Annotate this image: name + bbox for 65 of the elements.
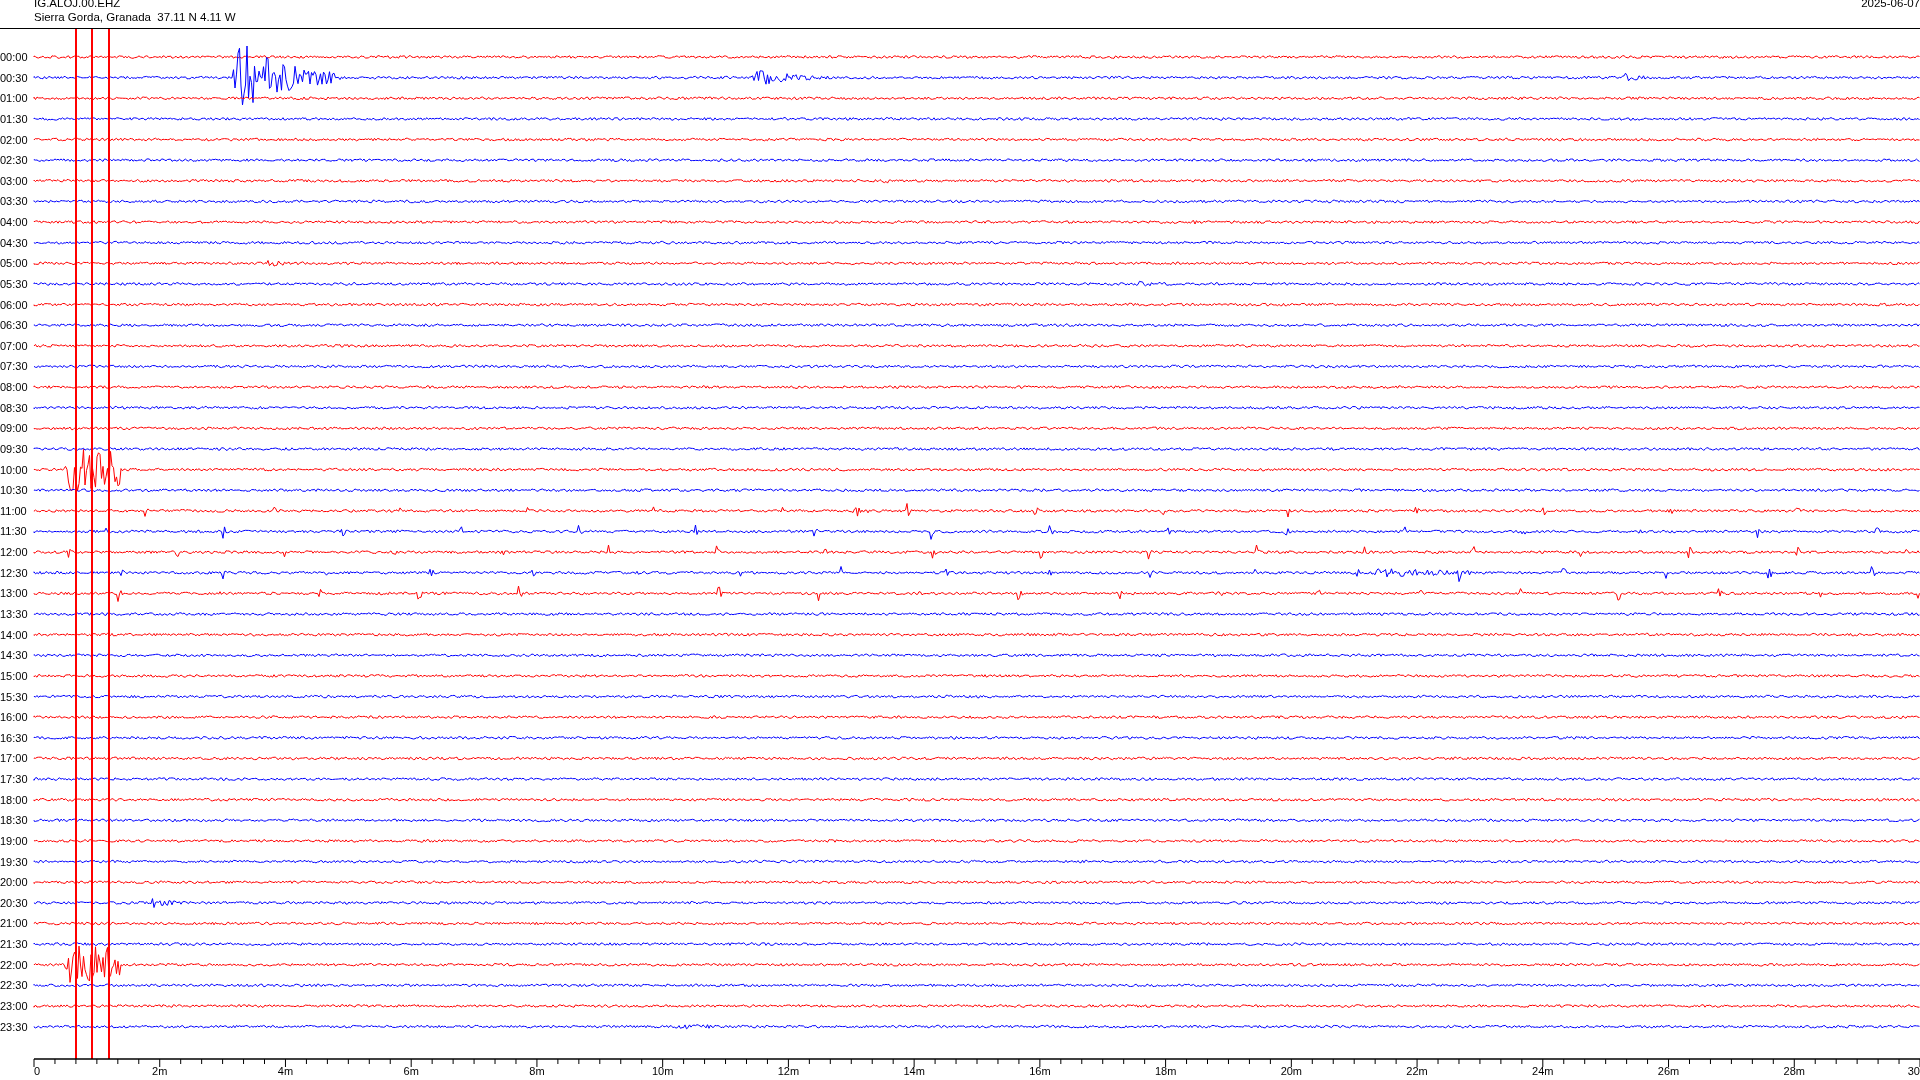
row-time-label: 04:30 bbox=[0, 236, 28, 249]
axis-tick-label: 24m bbox=[1532, 1065, 1554, 1077]
row-time-label: 14:30 bbox=[0, 649, 28, 662]
row-time-label: 13:30 bbox=[0, 608, 28, 620]
row-time-label: 02:30 bbox=[0, 154, 28, 167]
row-time-label: 21:00 bbox=[0, 917, 28, 930]
axis-tick-label: 14m bbox=[903, 1065, 925, 1077]
row-time-label: 16:00 bbox=[0, 711, 28, 724]
row-time-label: 08:00 bbox=[0, 381, 28, 394]
axis-tick-label: 18m bbox=[1154, 1065, 1177, 1077]
row-time-label: 06:00 bbox=[0, 298, 28, 311]
row-time-label: 17:30 bbox=[0, 773, 28, 786]
axis-tick-label: 26m bbox=[1657, 1065, 1680, 1077]
row-time-label: 22:30 bbox=[0, 979, 28, 992]
row-time-label: 07:30 bbox=[0, 360, 28, 373]
row-time-label: 19:30 bbox=[0, 855, 28, 868]
row-time-label: 12:30 bbox=[0, 566, 28, 579]
axis-tick-label: 12m bbox=[777, 1065, 800, 1077]
row-time-label: 03:30 bbox=[0, 195, 28, 208]
axis-tick-label: 22m bbox=[1406, 1065, 1428, 1077]
row-time-label: 03:00 bbox=[0, 174, 28, 187]
axis-tick-label: 6m bbox=[403, 1065, 419, 1077]
row-time-label: 01:30 bbox=[0, 112, 28, 125]
row-time-label: 06:30 bbox=[0, 319, 28, 332]
row-time-label: 07:00 bbox=[0, 339, 28, 352]
row-time-label: 05:00 bbox=[0, 257, 28, 270]
station-location: Sierra Gorda, Granada 37.11 N 4.11 W bbox=[34, 10, 236, 24]
axis-tick-label: 8m bbox=[529, 1065, 545, 1077]
row-time-label: 16:30 bbox=[0, 731, 28, 744]
row-time-label: 19:00 bbox=[0, 834, 28, 847]
row-time-label: 21:30 bbox=[0, 938, 28, 951]
axis-tick-label: 2m bbox=[152, 1065, 168, 1077]
row-time-label: 15:00 bbox=[0, 669, 28, 682]
axis-tick-label: 10m bbox=[651, 1065, 674, 1077]
row-time-label: 00:00 bbox=[0, 51, 28, 63]
row-time-label: 10:30 bbox=[0, 484, 28, 497]
row-time-label: 12:00 bbox=[0, 546, 28, 559]
row-time-label: 11:00 bbox=[0, 504, 27, 517]
axis-tick-label: 0 bbox=[34, 1065, 41, 1077]
row-time-label: 10:00 bbox=[0, 463, 28, 476]
axis-tick-label: 4m bbox=[277, 1065, 294, 1077]
row-time-label: 09:30 bbox=[0, 442, 28, 455]
row-time-label: 18:00 bbox=[0, 793, 28, 806]
axis-tick-label: 30 bbox=[1907, 1065, 1920, 1077]
row-time-label: 01:00 bbox=[0, 92, 28, 105]
row-time-label: 22:00 bbox=[0, 958, 28, 971]
row-time-label: 17:00 bbox=[0, 752, 28, 765]
row-time-label: 20:30 bbox=[0, 896, 28, 909]
row-time-label: 20:00 bbox=[0, 876, 28, 889]
row-time-label: 09:00 bbox=[0, 422, 28, 435]
row-time-label: 23:00 bbox=[0, 1000, 28, 1012]
row-time-label: 11:30 bbox=[0, 525, 27, 538]
axis-tick-label: 28m bbox=[1783, 1065, 1805, 1077]
row-time-label: 08:30 bbox=[0, 401, 28, 414]
row-time-label: 14:00 bbox=[0, 628, 28, 641]
axis-tick-label: 20m bbox=[1280, 1065, 1303, 1077]
row-time-label: 02:00 bbox=[0, 133, 28, 146]
row-time-label: 15:30 bbox=[0, 690, 28, 703]
row-time-label: 18:30 bbox=[0, 814, 28, 827]
row-time-label: 00:30 bbox=[0, 71, 28, 84]
axis-tick-label: 16m bbox=[1029, 1065, 1051, 1077]
row-time-label: 13:00 bbox=[0, 587, 28, 600]
row-time-label: 04:00 bbox=[0, 216, 28, 229]
row-time-label: 23:30 bbox=[0, 1020, 28, 1033]
row-time-label: 05:30 bbox=[0, 277, 28, 290]
